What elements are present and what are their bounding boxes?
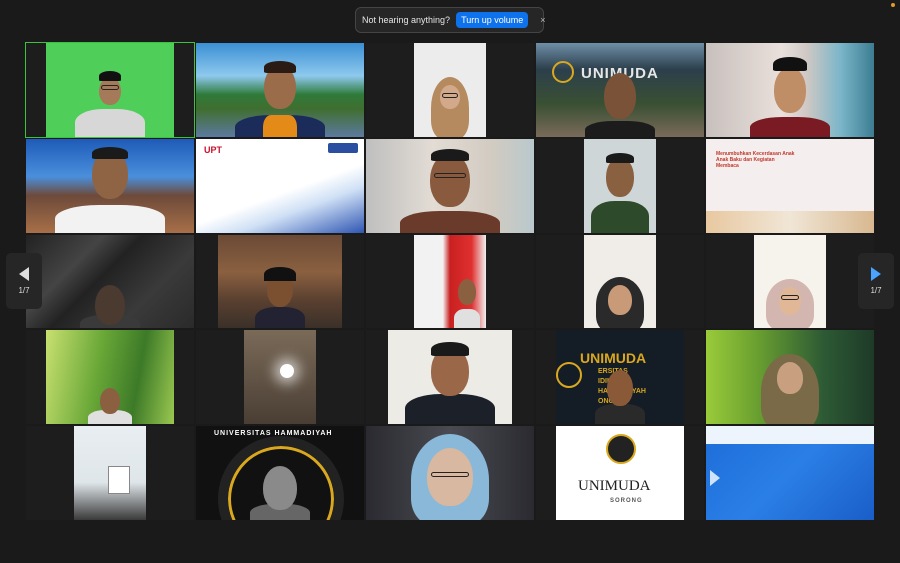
- wall-poster: [108, 466, 130, 495]
- participant-video-tile[interactable]: [705, 42, 875, 138]
- upt-logo-text: UPT: [204, 144, 222, 155]
- chevron-left-icon: [19, 267, 29, 281]
- participant-video-tile[interactable]: [365, 329, 535, 426]
- more-options-icon: [328, 142, 358, 153]
- status-indicator: [891, 3, 895, 7]
- page-indicator: 1/7: [870, 286, 882, 295]
- participant-video-tile[interactable]: [365, 425, 535, 521]
- participant-video-tile[interactable]: [365, 233, 535, 330]
- participant-video-tile[interactable]: [535, 233, 705, 330]
- participant-video-tile[interactable]: [705, 425, 875, 521]
- participant-video-tile[interactable]: [365, 42, 535, 138]
- participant-video-tile[interactable]: [195, 42, 365, 138]
- audio-notification-banner: Not hearing anything? Turn up volume ×: [355, 7, 546, 33]
- participant-video-tile[interactable]: [195, 329, 365, 426]
- banner-message: Not hearing anything?: [362, 15, 451, 25]
- previous-page-button[interactable]: 1/7: [6, 253, 42, 309]
- participant-video-tile[interactable]: [365, 137, 535, 234]
- participant-video-tile[interactable]: [25, 137, 195, 234]
- slide-title: Menumbuhkan Kecerdasan Anak Anak Baku da…: [716, 150, 795, 169]
- next-page-button[interactable]: 1/7: [858, 253, 894, 309]
- participant-video-tile[interactable]: UNIVERSITAS HAMMADIYAH: [195, 425, 365, 521]
- brand-name: UNIMUDA: [578, 478, 651, 495]
- university-logo: [552, 61, 574, 83]
- slide-arrow-icon: [710, 470, 720, 487]
- participant-video-tile[interactable]: [25, 329, 195, 426]
- video-gallery: UNIMUDA UPT: [25, 42, 875, 521]
- participant-video-tile[interactable]: Menumbuhkan Kecerdasan Anak Anak Baku da…: [705, 137, 875, 234]
- participant-video-tile[interactable]: [195, 233, 365, 330]
- participant-video-tile[interactable]: UNIMUDA SORONG: [535, 425, 705, 521]
- participant-video-tile[interactable]: UNIMUDA: [535, 42, 705, 138]
- participant-video-tile[interactable]: [705, 329, 875, 426]
- participant-video-tile[interactable]: UNIMUDA ERSITAS IDIKAN HAMMADIYAH ONG: [535, 329, 705, 426]
- chevron-right-icon: [871, 267, 881, 281]
- turn-up-volume-button[interactable]: Turn up volume: [456, 12, 529, 28]
- university-logo: [606, 434, 636, 465]
- zoom-gallery-window: Not hearing anything? Turn up volume × U…: [0, 0, 900, 563]
- page-indicator: 1/7: [18, 286, 30, 295]
- participant-video-tile[interactable]: [25, 233, 195, 330]
- brand-city: SORONG: [610, 498, 643, 505]
- participant-video-tile[interactable]: [705, 233, 875, 330]
- participant-video-tile[interactable]: [25, 42, 195, 138]
- close-icon[interactable]: ×: [540, 15, 545, 25]
- participant-video-tile[interactable]: UPT: [195, 137, 365, 234]
- participant-video-tile[interactable]: [535, 137, 705, 234]
- participant-video-tile[interactable]: [25, 425, 195, 521]
- logo-arc-text: UNIVERSITAS HAMMADIYAH: [214, 430, 333, 438]
- brand-banner-text: UNIMUDA: [580, 350, 647, 367]
